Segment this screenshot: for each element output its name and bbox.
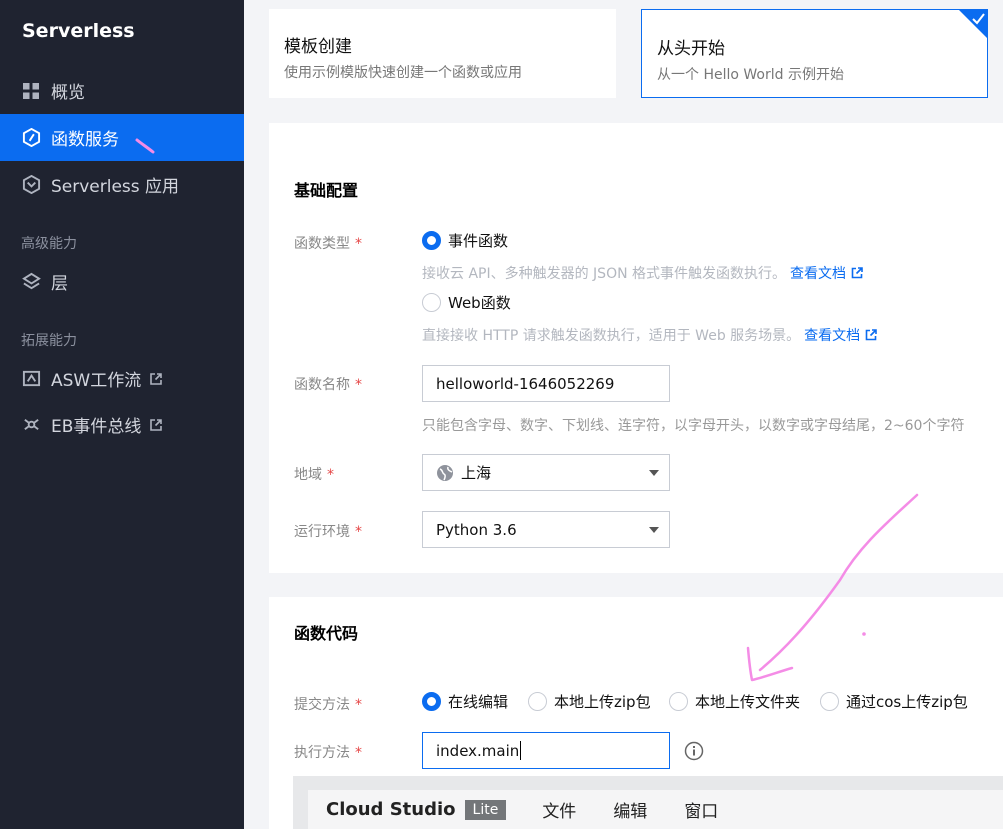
func-type-event-radio[interactable]: 事件函数: [422, 230, 508, 251]
radio-dot: [422, 231, 441, 250]
card-desc: 使用示例模版快速创建一个函数或应用: [284, 65, 522, 81]
layers-icon: [21, 272, 41, 292]
workflow-icon: [21, 369, 41, 389]
sidebar-item-label: ASW工作流: [51, 371, 142, 391]
grid-icon: [21, 81, 41, 101]
sidebar-item-functions[interactable]: 函数服务: [0, 114, 244, 161]
globe-icon: [437, 464, 453, 481]
region-select[interactable]: 上海: [422, 454, 670, 491]
studio-menu-edit[interactable]: 编辑: [613, 797, 647, 822]
radio-dot: [820, 692, 839, 711]
sidebar-item-label: 函数服务: [51, 130, 119, 150]
basic-config-panel: 基础配置 函数类型 * 事件函数 接收云 API、多种触发器的 JSON 格式事件…: [269, 123, 1003, 573]
sidebar-item-label: EB事件总线: [51, 417, 142, 437]
eventbus-icon: [21, 415, 41, 435]
func-type-web-hint: 直接接收 HTTP 请求触发函数执行，适用于 Web 服务场景。 查看文档: [422, 325, 877, 345]
func-type-web-radio[interactable]: Web函数: [422, 292, 511, 313]
app-icon: [21, 175, 41, 195]
card-title: 模板创建: [284, 37, 352, 57]
func-name-hint: 只能包含字母、数字、下划线、连字符，以字母开头，以数字或字母结尾，2~60个字符: [422, 418, 965, 434]
radio-dot: [528, 692, 547, 711]
sidebar-item-label: Serverless 应用: [51, 177, 180, 197]
func-name-label: 函数名称 *: [294, 377, 362, 393]
radio-dot: [669, 692, 688, 711]
handler-input[interactable]: index.main: [422, 732, 670, 769]
runtime-select[interactable]: Python 3.6: [422, 511, 670, 548]
sidebar-item-label: 层: [51, 274, 68, 294]
submit-online-edit-radio[interactable]: 在线编辑: [422, 691, 508, 712]
chevron-down-icon: [649, 527, 659, 533]
selected-check-icon: [958, 9, 988, 39]
cloud-studio-menubar: Cloud Studio Lite 文件 编辑 窗口: [308, 790, 1003, 829]
studio-lite-badge: Lite: [464, 799, 507, 820]
studio-brand: Cloud Studio: [326, 799, 456, 820]
text-cursor: [520, 741, 522, 760]
radio-dot: [422, 293, 441, 312]
from-scratch-card[interactable]: 从头开始 从一个 Hello World 示例开始: [641, 9, 988, 98]
doc-link[interactable]: 查看文档: [790, 266, 846, 282]
sidebar: Serverless 概览 函数服务 Serverless 应用 高级能力 层 …: [0, 0, 244, 829]
section-title: 基础配置: [294, 181, 359, 200]
func-name-input[interactable]: helloworld-1646052269: [422, 365, 670, 402]
brand-title: Serverless: [22, 20, 135, 42]
region-label: 地域 *: [294, 467, 334, 483]
main-content: 模板创建 使用示例模版快速创建一个函数或应用 从头开始 从一个 Hello Wo…: [244, 0, 1003, 829]
chevron-down-icon: [649, 470, 659, 476]
studio-menu-window[interactable]: 窗口: [684, 797, 718, 822]
nav-group-extended: 拓展能力: [21, 333, 77, 349]
submit-method-label: 提交方法 *: [294, 697, 362, 713]
sidebar-item-overview[interactable]: 概览: [0, 67, 244, 114]
card-desc: 从一个 Hello World 示例开始: [657, 67, 844, 83]
external-link-icon: [149, 418, 163, 432]
func-type-label: 函数类型 *: [294, 236, 362, 252]
doc-link[interactable]: 查看文档: [804, 328, 860, 344]
cloud-studio-frame: Cloud Studio Lite 文件 编辑 窗口: [293, 776, 1003, 829]
info-icon[interactable]: [684, 741, 704, 761]
template-create-card[interactable]: 模板创建 使用示例模版快速创建一个函数或应用: [269, 9, 616, 98]
radio-dot: [422, 692, 441, 711]
sidebar-item-label: 概览: [51, 83, 85, 103]
submit-cos-zip-radio[interactable]: 通过cos上传zip包: [820, 691, 968, 712]
external-link-icon: [851, 267, 863, 279]
sidebar-item-asw-workflow[interactable]: ASW工作流: [0, 355, 244, 402]
sidebar-item-layers[interactable]: 层: [0, 258, 244, 305]
submit-local-zip-radio[interactable]: 本地上传zip包: [528, 691, 651, 712]
card-title: 从头开始: [657, 39, 725, 59]
handler-label: 执行方法 *: [294, 745, 362, 761]
func-type-event-hint: 接收云 API、多种触发器的 JSON 格式事件触发函数执行。 查看文档: [422, 263, 863, 283]
external-link-icon: [149, 372, 163, 386]
studio-menu-file[interactable]: 文件: [542, 797, 576, 822]
sidebar-item-serverless-app[interactable]: Serverless 应用: [0, 161, 244, 208]
submit-local-folder-radio[interactable]: 本地上传文件夹: [669, 691, 800, 712]
runtime-label: 运行环境 *: [294, 524, 362, 540]
nav-group-advanced: 高级能力: [21, 236, 77, 252]
section-title: 函数代码: [294, 624, 359, 643]
sidebar-item-eb-eventbus[interactable]: EB事件总线: [0, 401, 244, 448]
external-link-icon: [865, 329, 877, 341]
function-icon: [21, 128, 41, 148]
